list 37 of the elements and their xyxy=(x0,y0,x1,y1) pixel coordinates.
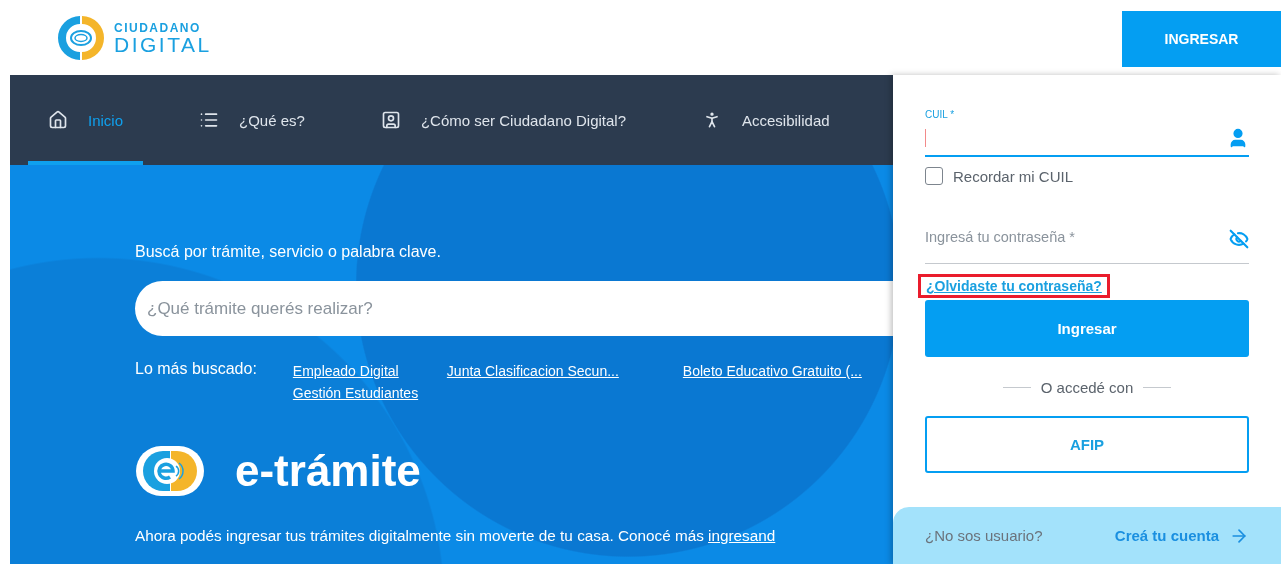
submit-button[interactable]: Ingresar xyxy=(925,300,1249,357)
nav-tab[interactable]: Accesibilidad xyxy=(682,75,850,165)
checkbox-label: Recordar mi CUIL xyxy=(953,167,1074,185)
popular-link[interactable]: Empleado Digital xyxy=(292,363,399,379)
popular-link[interactable]: Junta Clasificacion Secun... xyxy=(446,363,619,379)
nav-tab[interactable]: ¿Cómo ser Ciudadano Digital? xyxy=(360,75,646,165)
popular-link[interactable]: Gestión Estudiantes xyxy=(292,385,419,401)
signup-prompt: ¿No sos usuario? xyxy=(925,527,1043,544)
login-button[interactable]: INGRESAR xyxy=(1122,11,1281,67)
afip-button[interactable]: AFIP xyxy=(925,416,1249,473)
user-card-icon xyxy=(380,110,401,130)
divider-text: O accedé con xyxy=(1040,379,1134,396)
password-field[interactable]: Ingresá tu contraseña * xyxy=(925,229,1249,264)
product-title: e-trámite xyxy=(235,446,421,496)
hidden-eye-icon[interactable] xyxy=(1229,229,1249,249)
nav-tab-label: ¿Cómo ser Ciudadano Digital? xyxy=(420,111,626,129)
intro-text: Ahora podés ingresar tus trámites digitalmente sin moverte de tu casa. Conocé más ingresand xyxy=(135,527,777,545)
create-account-link[interactable]: Creá tu cuenta xyxy=(1114,525,1249,546)
nav-tab[interactable]: ¿Qué es? xyxy=(179,75,325,165)
text-cursor xyxy=(925,129,926,147)
search-field[interactable]: ¿Qué trámite querés realizar? xyxy=(135,281,893,336)
nav-tab-label: Inicio xyxy=(88,111,124,129)
logo-text: CIUDADANO xyxy=(114,21,202,34)
list-icon xyxy=(199,110,220,130)
popular-label: Lo más buscado: xyxy=(135,360,257,379)
field-placeholder: Ingresá tu contraseña * xyxy=(925,229,1075,245)
search-prompt: Buscá por trámite, servicio o palabra clave. xyxy=(135,243,442,261)
nav-tab-label: ¿Qué es? xyxy=(239,111,305,129)
forgot-password-link[interactable]: ¿Olvidaste tu contraseña? xyxy=(918,274,1110,298)
home-icon xyxy=(48,110,68,130)
checkbox[interactable] xyxy=(925,167,943,185)
popular-link[interactable]: Boleto Educativo Gratuito (... xyxy=(682,363,862,379)
nav-tab-label: Accesibilidad xyxy=(742,111,830,129)
cuil-field[interactable]: CUIL * xyxy=(925,109,1249,157)
logo-text: DIGITAL xyxy=(114,33,212,55)
intro-link[interactable]: ingresand xyxy=(708,527,776,544)
field-label: CUIL * xyxy=(925,109,955,120)
